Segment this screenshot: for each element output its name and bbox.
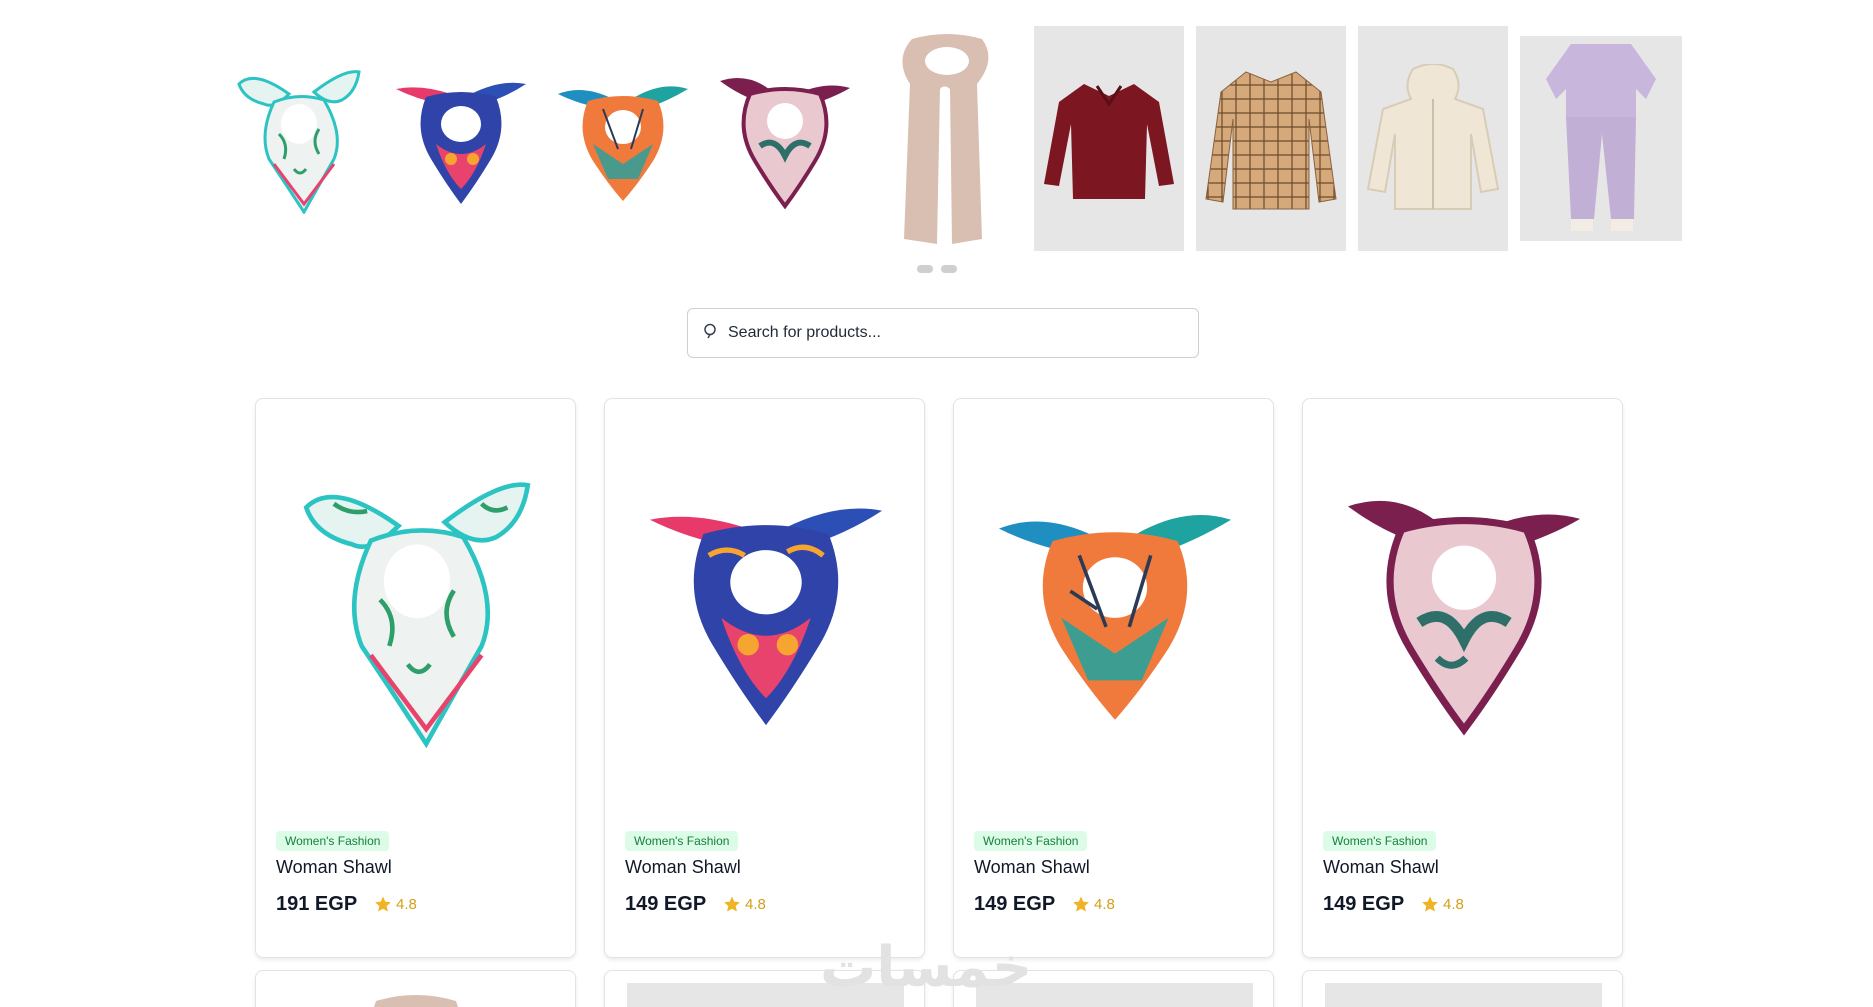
star-icon: [1422, 896, 1438, 912]
burgundy-shirt-image: [1044, 83, 1174, 199]
carousel-slide-cream-hoodie[interactable]: [1358, 26, 1508, 251]
product-name[interactable]: Woman Shawl: [1323, 857, 1439, 878]
carousel-slide-orange-scarf[interactable]: [548, 26, 698, 251]
rating-value: 4.8: [1443, 895, 1464, 913]
search-icon: [702, 323, 718, 344]
product-card[interactable]: Women's Fashion Woman Shawl 149 EGP 4.8: [1302, 398, 1623, 958]
product-card-partial[interactable]: [1302, 970, 1623, 1007]
burgundy-scarf-image: [720, 77, 850, 210]
product-card[interactable]: Women's Fashion Woman Shawl 149 EGP 4.8: [953, 398, 1274, 958]
product-price: 149 EGP: [1323, 893, 1405, 915]
product-name[interactable]: Woman Shawl: [974, 857, 1090, 878]
product-card[interactable]: Women's Fashion Woman Shawl 191 EGP 4.8: [255, 398, 576, 958]
carousel-slide-floral-scarf[interactable]: [224, 26, 374, 251]
search-input[interactable]: [728, 324, 1184, 342]
search-bar[interactable]: [687, 308, 1199, 358]
product-card-partial[interactable]: [255, 970, 576, 1007]
product-rating: 4.8: [723, 895, 766, 913]
product-name[interactable]: Woman Shawl: [276, 857, 392, 878]
floral-scarf-image: [303, 482, 530, 749]
watermark: خمسات: [820, 935, 1033, 1000]
product-price: 149 EGP: [974, 893, 1056, 915]
product-image[interactable]: [605, 399, 926, 819]
rating-value: 4.8: [745, 895, 766, 913]
product-image[interactable]: [256, 399, 577, 819]
blue-pink-scarf-image: [649, 508, 882, 726]
category-badge: Women's Fashion: [625, 831, 739, 851]
product-rating: 4.8: [1421, 895, 1464, 913]
carousel-slide-plaid-shirt[interactable]: [1196, 26, 1346, 251]
category-badge: Women's Fashion: [276, 831, 390, 851]
carousel-dots: [0, 265, 1873, 273]
carousel-slide-blue-scarf[interactable]: [386, 26, 536, 251]
product-image[interactable]: [954, 399, 1275, 819]
carousel-slide-burgundy-scarf[interactable]: [710, 26, 860, 251]
product-image: [374, 995, 458, 1007]
burgundy-scarf-image: [1347, 500, 1580, 736]
carousel-slide-beige-scarf[interactable]: [872, 26, 1022, 251]
carousel-dot-1[interactable]: [916, 265, 933, 273]
category-badge: Women's Fashion: [974, 831, 1088, 851]
carousel-slide-burgundy-shirt[interactable]: [1034, 26, 1184, 251]
lilac-set-image: [1546, 43, 1656, 231]
product-carousel[interactable]: [224, 26, 1682, 251]
blue-pink-scarf-image: [396, 82, 526, 204]
carousel-dot-2[interactable]: [940, 265, 957, 273]
star-icon: [1073, 896, 1089, 912]
product-name[interactable]: Woman Shawl: [625, 857, 741, 878]
rating-value: 4.8: [1094, 895, 1115, 913]
product-image[interactable]: [1303, 399, 1624, 819]
beige-long-scarf-image: [902, 33, 989, 244]
orange-teal-scarf-image: [558, 85, 688, 201]
star-icon: [724, 896, 740, 912]
rating-value: 4.8: [396, 895, 417, 913]
product-card[interactable]: Women's Fashion Woman Shawl 149 EGP 4.8: [604, 398, 925, 958]
cream-hoodie-image: [1366, 63, 1500, 210]
product-image-placeholder: [1325, 983, 1602, 1007]
star-icon: [375, 896, 391, 912]
plaid-shirt-image: [1205, 70, 1337, 209]
product-price: 149 EGP: [625, 893, 707, 915]
category-badge: Women's Fashion: [1323, 831, 1437, 851]
carousel-slide-lilac-set[interactable]: [1520, 36, 1682, 241]
product-price: 191 EGP: [276, 893, 358, 915]
orange-teal-scarf-image: [998, 514, 1231, 720]
product-rating: 4.8: [1072, 895, 1115, 913]
product-rating: 4.8: [374, 895, 417, 913]
floral-scarf-image: [237, 69, 361, 214]
